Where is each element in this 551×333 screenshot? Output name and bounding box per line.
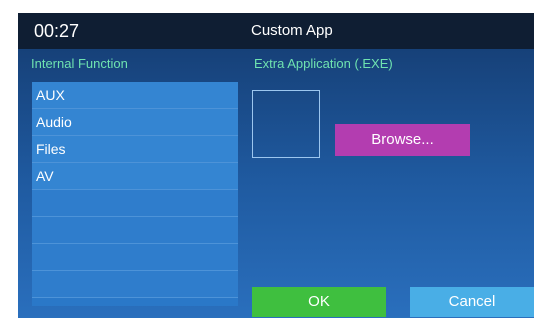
internal-function-label: Internal Function — [31, 56, 128, 71]
clock: 00:27 — [34, 21, 80, 41]
list-item-files[interactable]: Files — [32, 136, 238, 163]
custom-app-screen: 00:27 Custom App Internal Function Extra… — [18, 13, 534, 318]
browse-button[interactable]: Browse... — [335, 124, 470, 156]
list-item-empty[interactable] — [32, 271, 238, 298]
title-bar: 00:27 Custom App — [18, 13, 534, 49]
extra-application-label: Extra Application (.EXE) — [254, 56, 393, 71]
page-title: Custom App — [251, 22, 333, 39]
list-item-audio[interactable]: Audio — [32, 109, 238, 136]
internal-function-list: AUX Audio Files AV — [32, 82, 238, 306]
list-item-aux[interactable]: AUX — [32, 82, 238, 109]
list-item-av[interactable]: AV — [32, 163, 238, 190]
list-item-empty[interactable] — [32, 244, 238, 271]
list-item-empty[interactable] — [32, 190, 238, 217]
app-icon-preview — [252, 90, 320, 158]
cancel-button[interactable]: Cancel — [410, 287, 534, 317]
list-item-empty[interactable] — [32, 217, 238, 244]
ok-button[interactable]: OK — [252, 287, 386, 317]
